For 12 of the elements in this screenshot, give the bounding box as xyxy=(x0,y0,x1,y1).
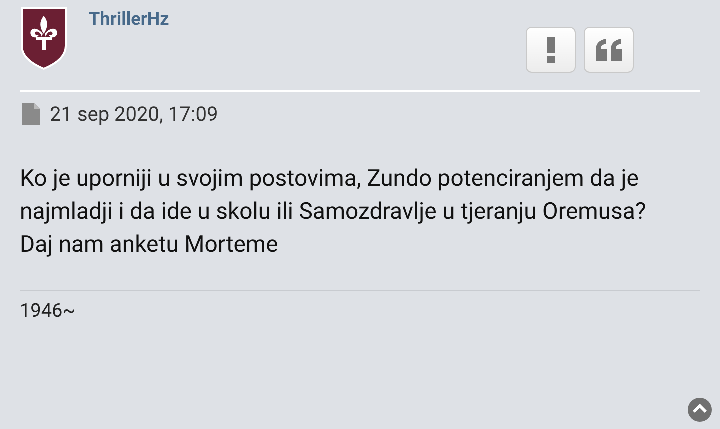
scroll-up-icon[interactable] xyxy=(688,398,712,422)
shield-avatar-icon xyxy=(20,6,68,70)
document-icon xyxy=(22,103,40,125)
quote-icon xyxy=(595,39,623,61)
author-name[interactable]: ThrillerHz xyxy=(89,9,526,30)
post-text: Daj nam anketu Morteme xyxy=(20,230,280,260)
exclamation-icon xyxy=(545,37,557,63)
signature: 1946~ xyxy=(19,298,77,322)
quote-button[interactable] xyxy=(584,27,634,73)
report-button[interactable] xyxy=(526,27,576,73)
post-text: Ko je uporniji u svojim postovima, Zundo potenciranjem da je najmladji i da ide u skolu ili Samozdravlje u tjeranju Oremusa? xyxy=(20,164,648,227)
post-date: 21 sep 2020, 17:09 xyxy=(50,102,218,126)
